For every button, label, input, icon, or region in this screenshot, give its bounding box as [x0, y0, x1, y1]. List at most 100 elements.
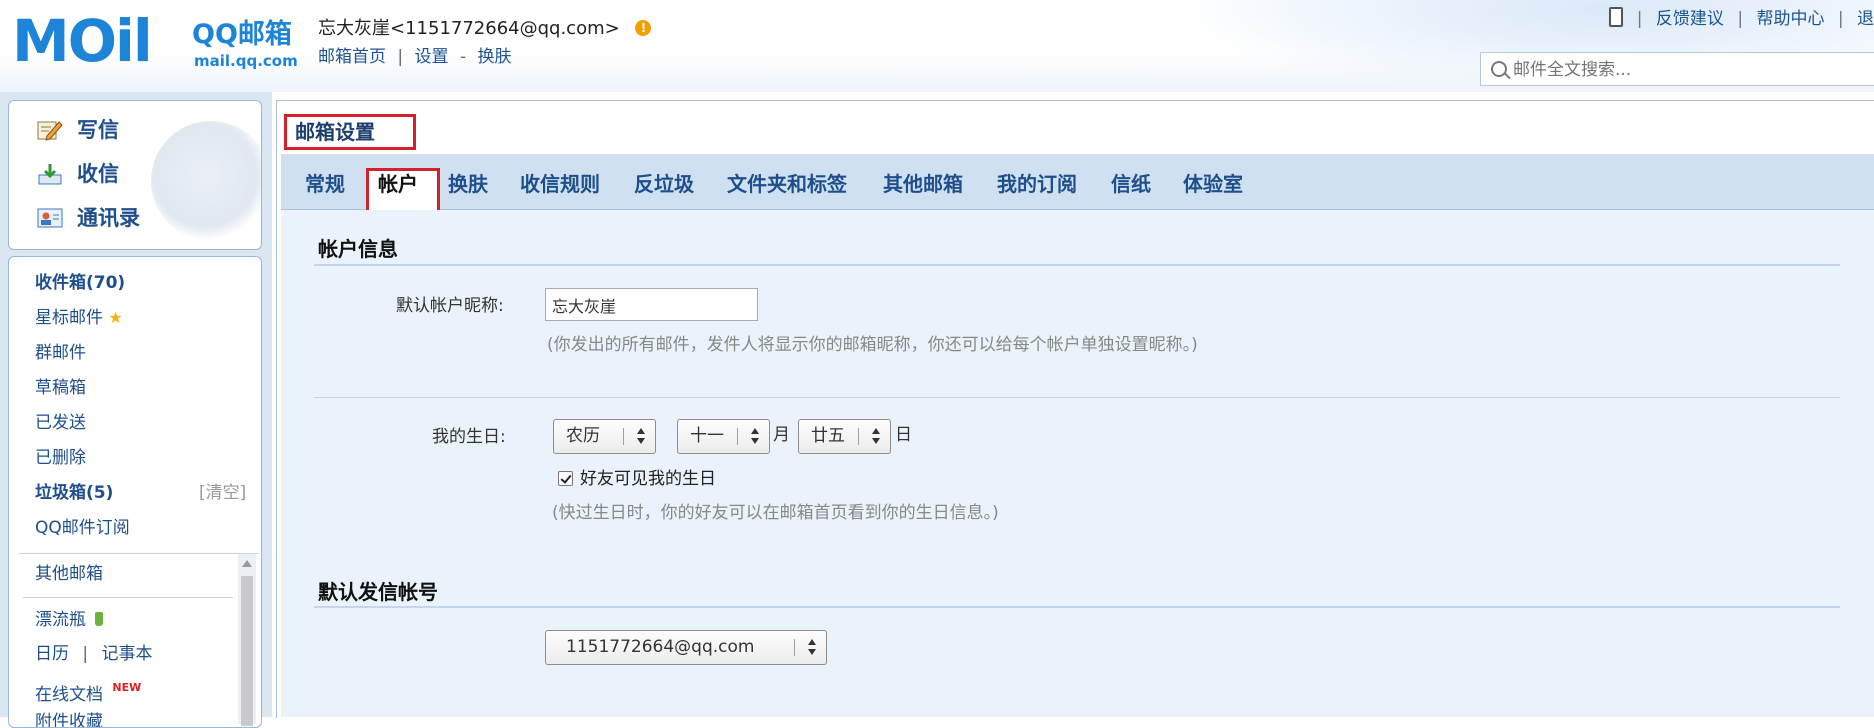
folder-starred-label: 星标邮件 [35, 308, 103, 328]
birthday-visible-label[interactable]: 好友可见我的生日 [580, 468, 716, 490]
section-divider [314, 397, 1840, 398]
tab-folders-labels[interactable]: 文件夹和标签 [727, 170, 847, 198]
separator: | [397, 47, 404, 67]
tab-general[interactable]: 常规 [305, 170, 345, 198]
notepad-link[interactable]: 记事本 [102, 644, 153, 664]
nickname-field[interactable] [545, 288, 758, 321]
warning-icon[interactable]: ! [635, 20, 652, 36]
help-center-link[interactable]: 帮助中心 [1756, 9, 1824, 29]
calendar-notepad-row: 日历 | 记事本 [35, 643, 153, 665]
month-value: 十一 [690, 426, 724, 446]
nickname-hint: (你发出的所有邮件，发件人将显示你的邮箱昵称，你还可以给每个帐户单独设置昵称。) [547, 335, 1198, 355]
tab-skin[interactable]: 换肤 [448, 170, 488, 198]
day-value: 廿五 [811, 426, 845, 446]
tab-account[interactable]: 帐户 [378, 170, 418, 198]
mailbox-home-link[interactable]: 邮箱首页 [318, 47, 386, 67]
scrollbar-thumb[interactable] [241, 576, 253, 726]
full-text-search[interactable] [1480, 52, 1874, 86]
penguin-watermark-icon [151, 121, 261, 241]
receive-label: 收信 [77, 162, 119, 186]
folder-divider [23, 597, 233, 598]
folder-inbox[interactable]: 收件箱(70) [35, 272, 125, 294]
select-arrows-icon [750, 426, 760, 448]
folder-deleted[interactable]: 已删除 [35, 447, 86, 469]
folder-subscriptions[interactable]: QQ邮件订阅 [35, 517, 130, 539]
day-select[interactable]: 廿五 [798, 419, 891, 454]
birthday-label: 我的生日: [432, 427, 506, 447]
contacts-button[interactable]: 通讯录 [37, 203, 140, 233]
day-unit: 日 [895, 425, 912, 445]
dash-separator: - [459, 47, 467, 67]
top-right-links: | 反馈建议 | 帮助中心 | 退 [1609, 4, 1874, 29]
tab-receive-rules[interactable]: 收信规则 [520, 170, 600, 198]
receive-mail-button[interactable]: 收信 [37, 159, 119, 189]
folder-divider [19, 553, 259, 554]
search-icon[interactable] [1491, 61, 1507, 77]
logo-brand-cn: QQ邮箱 [192, 19, 292, 50]
user-display: 忘大灰崖<1151772664@qq.com> [318, 18, 620, 39]
select-arrows-icon [807, 637, 817, 659]
change-skin-link[interactable]: 换肤 [478, 47, 512, 67]
header-sub-links: 邮箱首页 | 设置 - 换肤 [318, 42, 512, 67]
account-info-heading: 帐户信息 [318, 237, 398, 261]
separator: | [82, 644, 89, 664]
qq-mail-logo[interactable]: MOil QQ邮箱 mail.qq.com [12, 7, 298, 75]
select-divider [623, 428, 624, 445]
select-divider [737, 428, 738, 445]
birthday-visible-checkbox[interactable] [558, 471, 573, 486]
default-sender-value: 1151772664@qq.com [566, 637, 755, 657]
folder-drafts[interactable]: 草稿箱 [35, 377, 86, 399]
default-sender-heading: 默认发信帐号 [318, 580, 438, 604]
nickname-label: 默认帐户昵称: [396, 296, 504, 316]
separator: | [1837, 9, 1844, 29]
page-title: 邮箱设置 [284, 114, 416, 150]
folder-starred[interactable]: 星标邮件 ★ [35, 307, 123, 329]
default-sender-select[interactable]: 1151772664@qq.com [545, 630, 827, 665]
select-arrows-icon [871, 426, 881, 448]
month-select[interactable]: 十一 [677, 419, 770, 454]
feedback-link[interactable]: 反馈建议 [1656, 9, 1724, 29]
search-input[interactable] [1511, 57, 1865, 83]
separator: | [1636, 9, 1643, 29]
tab-stationery[interactable]: 信纸 [1111, 170, 1151, 198]
online-docs-link[interactable]: 在线文档 NEW [35, 677, 141, 706]
compose-button[interactable]: 写信 [37, 115, 119, 145]
folder-groups[interactable]: 群邮件 [35, 342, 86, 364]
logo-mail-word: MOil [12, 7, 153, 75]
mobile-phone-icon[interactable] [1609, 7, 1624, 27]
tab-my-subscriptions[interactable]: 我的订阅 [997, 170, 1077, 198]
sidebar-scrollbar[interactable] [238, 554, 256, 726]
logout-link[interactable]: 退 [1857, 9, 1874, 29]
address-book-icon [37, 208, 63, 228]
folder-spam[interactable]: 垃圾箱(5) [35, 482, 113, 504]
calendar-type-value: 农历 [566, 426, 600, 446]
tab-lab[interactable]: 体验室 [1183, 170, 1243, 198]
logo-brand-url: mail.qq.com [194, 52, 298, 70]
drift-bottle-link[interactable]: 漂流瓶 [35, 609, 104, 631]
month-unit: 月 [773, 425, 790, 445]
online-docs-label: 在线文档 [35, 685, 103, 705]
clear-spam-link[interactable]: [清空] [199, 482, 246, 504]
calendar-link[interactable]: 日历 [35, 644, 69, 664]
folder-sent[interactable]: 已发送 [35, 412, 86, 434]
select-divider [794, 639, 795, 656]
select-arrows-icon [636, 426, 646, 448]
section-underline [314, 264, 1840, 266]
inbox-download-icon [38, 164, 62, 185]
section-underline [314, 606, 1840, 608]
tab-anti-spam[interactable]: 反垃圾 [634, 170, 694, 198]
bottle-icon [95, 612, 104, 626]
folder-other-mailbox[interactable]: 其他邮箱 [35, 563, 103, 585]
star-icon: ★ [108, 308, 123, 327]
compose-label: 写信 [77, 118, 119, 142]
top-header: MOil QQ邮箱 mail.qq.com 忘大灰崖<1151772664@qq… [0, 0, 1874, 92]
contacts-label: 通讯录 [77, 206, 140, 230]
scroll-up-arrow-icon[interactable] [242, 560, 252, 567]
attachments-link[interactable]: 附件收藏 [35, 711, 103, 727]
select-divider [858, 428, 859, 445]
settings-content [281, 210, 1874, 717]
birthday-hint: (快过生日时，你的好友可以在邮箱首页看到你的生日信息。) [552, 503, 999, 523]
calendar-type-select[interactable]: 农历 [553, 419, 656, 454]
tab-other-mailbox[interactable]: 其他邮箱 [883, 170, 963, 198]
settings-link[interactable]: 设置 [415, 47, 449, 67]
